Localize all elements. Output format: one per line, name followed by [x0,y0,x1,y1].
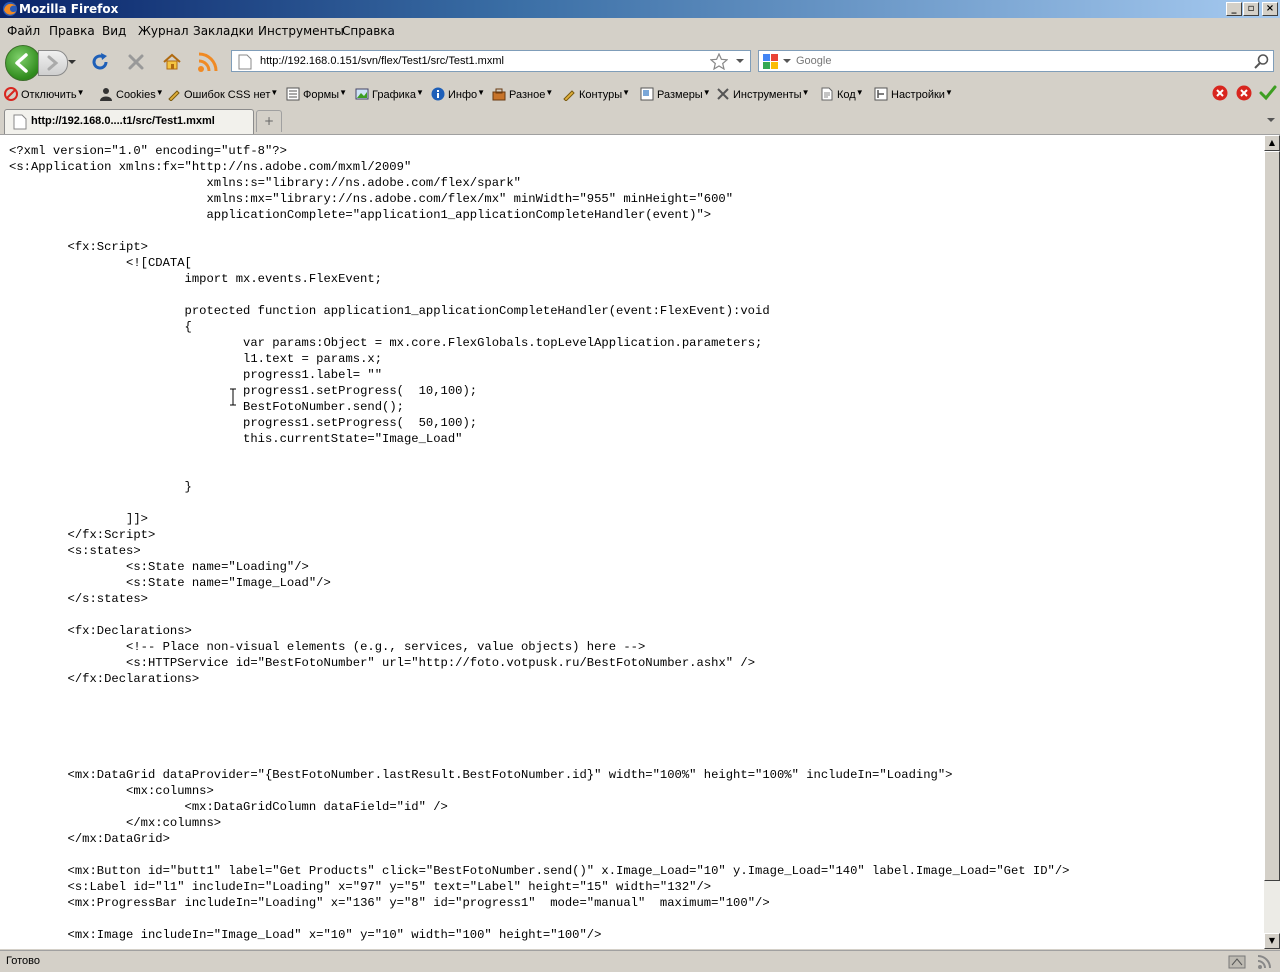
forward-button[interactable] [38,50,68,76]
source-code: <?xml version="1.0" encoding="utf-8"?> <… [9,144,1070,942]
minimize-button[interactable]: _ [1226,2,1242,16]
info-menu[interactable]: Инфо▼ [431,87,485,101]
search-bar[interactable]: Google [758,50,1274,72]
window-title: Mozilla Firefox [19,2,119,16]
firefox-logo-icon [3,2,17,16]
cookies-menu[interactable]: Cookies▼ [99,87,164,101]
forward-arrow-icon [47,55,59,71]
images-label: Графика [372,89,416,101]
tab-title: http://192.168.0....t1/src/Test1.mxml [31,115,215,127]
tab-page-icon [13,114,27,130]
css-errors-label: Ошибок CSS нет [184,89,271,101]
status-text: Готово [6,955,40,967]
tools-label: Инструменты [733,89,802,101]
back-button[interactable] [5,45,41,81]
close-window-button[interactable]: × [1262,2,1278,16]
toolbox-icon [492,88,506,101]
window-title-bar[interactable]: Mozilla Firefox _ ▫ × [0,0,1280,18]
tools-menu[interactable]: Инструменты▼ [716,87,810,101]
user-icon [100,88,112,101]
forms-label: Формы [303,89,340,101]
code-label: Код [837,89,856,101]
disable-icon [4,87,18,101]
menu-bar: Файл Правка Вид Журнал Закладки Инструме… [0,20,1280,42]
bookmark-star-icon[interactable] [710,53,728,70]
code-menu[interactable]: Код▼ [820,87,864,101]
cookies-label: Cookies [116,89,156,101]
images-menu[interactable]: Графика▼ [355,87,424,101]
maximize-button[interactable]: ▫ [1243,2,1259,16]
addon-status-icon[interactable] [1228,954,1246,970]
disable-label: Отключить [21,89,77,101]
vertical-scrollbar[interactable]: ▲ ▼ [1264,135,1280,949]
search-engine-dropdown-icon[interactable] [783,59,791,65]
rss-feed-icon[interactable] [196,50,220,74]
search-icon[interactable] [1253,53,1270,70]
form-icon [286,87,300,101]
misc-label: Разное [509,89,546,101]
resize-menu[interactable]: Размеры▼ [640,87,711,101]
text-cursor-icon [230,388,236,406]
history-dropdown-icon[interactable] [67,58,77,66]
page-content[interactable]: <?xml version="1.0" encoding="utf-8"?> <… [0,135,1264,949]
misc-menu[interactable]: Разное▼ [492,87,553,101]
rss-status-icon[interactable] [1256,954,1274,970]
search-placeholder: Google [796,55,832,67]
tab-list-icon[interactable] [1266,116,1276,124]
settings-menu[interactable]: Настройки▼ [874,87,953,101]
outline-pencil-icon [563,90,575,101]
url-bar[interactable]: http://192.168.0.151/svn/flex/Test1/src/… [231,50,751,72]
validation-ok-icon[interactable] [1259,85,1277,101]
menu-edit[interactable]: Правка [49,24,95,38]
pencil-icon [168,90,180,101]
menu-help[interactable]: Справка [342,24,395,38]
menu-tools[interactable]: Инструменты [258,24,344,38]
css-error-icon[interactable] [1212,85,1228,101]
menu-view[interactable]: Вид [102,24,126,38]
new-tab-button[interactable]: + [256,110,282,132]
google-engine-icon[interactable] [762,53,780,70]
settings-label: Настройки [891,89,945,101]
menu-bookmarks[interactable]: Закладки [193,24,254,38]
source-icon [821,87,833,101]
outline-menu[interactable]: Контуры▼ [562,87,630,101]
outline-label: Контуры [579,89,623,101]
url-text[interactable]: http://192.168.0.151/svn/flex/Test1/src/… [260,55,504,67]
back-arrow-icon [15,53,28,73]
scroll-up-button[interactable]: ▲ [1264,135,1280,151]
menu-file[interactable]: Файл [7,24,40,38]
status-bar: Готово [0,950,1280,972]
disable-menu[interactable]: Отключить▼ [4,87,85,101]
page-icon [238,54,252,70]
forms-menu[interactable]: Формы▼ [286,87,347,101]
stop-icon[interactable] [126,52,146,72]
url-dropdown-icon[interactable] [736,59,744,65]
home-icon[interactable] [161,51,183,73]
js-error-icon[interactable] [1236,85,1252,101]
resize-label: Размеры [657,89,703,101]
tools-icon [717,88,729,100]
info-icon [431,87,445,101]
image-icon [355,88,369,100]
info-label: Инфо [448,89,478,101]
scroll-down-button[interactable]: ▼ [1264,933,1280,949]
options-icon [874,87,888,101]
tab-test1-mxml[interactable]: http://192.168.0....t1/src/Test1.mxml [4,109,254,134]
reload-icon[interactable] [89,51,111,73]
css-errors-menu[interactable]: Ошибок CSS нет▼ [167,87,278,101]
resize-icon [640,87,654,101]
scroll-thumb[interactable] [1264,151,1280,881]
menu-history[interactable]: Журнал [138,24,189,38]
